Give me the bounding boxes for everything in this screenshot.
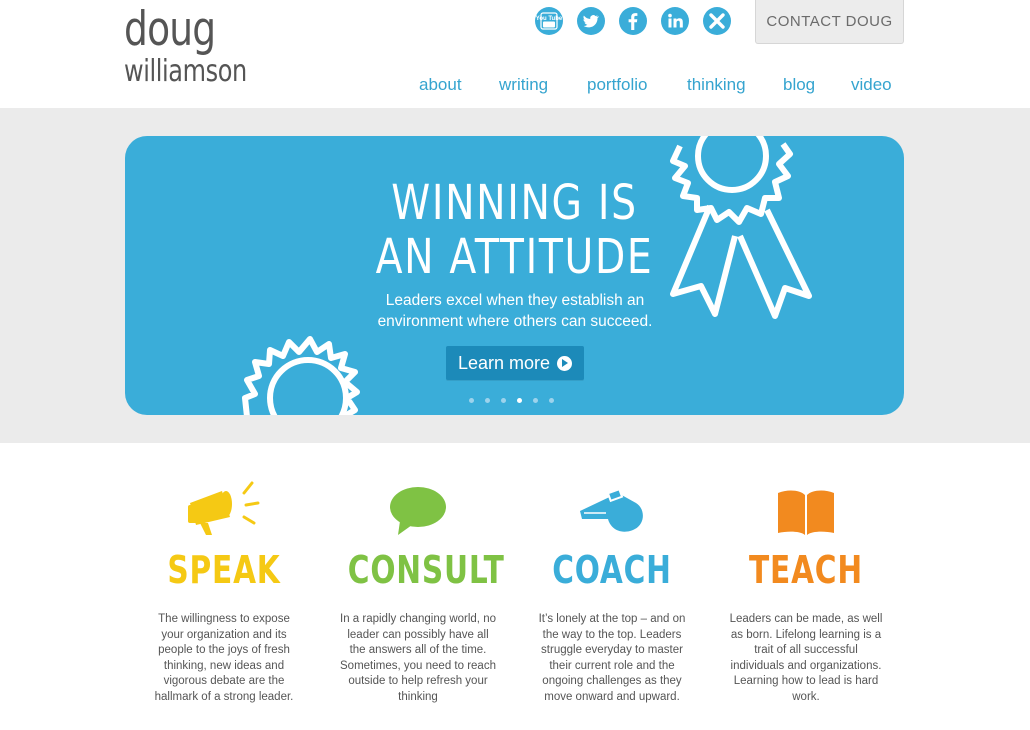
nav-video[interactable]: video [851, 75, 892, 95]
slide-dot[interactable] [533, 398, 538, 403]
main-nav: about writing portfolio thinking blog vi… [0, 75, 1030, 97]
book-icon [716, 475, 896, 540]
hero-band: WINNING IS AN ATTITUDE Leaders excel whe… [0, 108, 1030, 443]
hero-title-line1: WINNING IS [391, 175, 638, 231]
slide-pagination [469, 398, 554, 403]
nav-writing[interactable]: writing [499, 75, 548, 95]
megaphone-icon [134, 475, 314, 540]
slide-dot[interactable] [485, 398, 490, 403]
nav-thinking[interactable]: thinking [687, 75, 746, 95]
twitter-icon[interactable] [577, 7, 605, 35]
slide-dot[interactable] [501, 398, 506, 403]
service-consult: CONSULT In a rapidly changing world, no … [328, 475, 508, 705]
xing-icon[interactable] [703, 7, 731, 35]
service-teach: TEACH Leaders can be made, as well as bo… [716, 475, 896, 705]
slide-dot[interactable] [469, 398, 474, 403]
contact-button[interactable]: CONTACT DOUG [755, 0, 904, 44]
youtube-you-text: You Tube [536, 16, 563, 22]
service-title: SPEAK [167, 548, 281, 592]
service-coach: COACH It’s lonely at the top – and on th… [522, 475, 702, 705]
service-description: The willingness to expose your organizat… [154, 613, 294, 703]
hero-slide: WINNING IS AN ATTITUDE Leaders excel whe… [125, 136, 904, 415]
speech-bubble-icon [328, 475, 508, 540]
social-links: You Tube [535, 7, 731, 35]
linkedin-icon[interactable] [661, 7, 689, 35]
learn-more-button[interactable]: Learn more [446, 346, 584, 380]
service-description: In a rapidly changing world, no leader c… [340, 613, 496, 703]
hero-title-line2: AN ATTITUDE [375, 229, 654, 285]
play-arrow-icon [557, 355, 573, 371]
nav-portfolio[interactable]: portfolio [587, 75, 647, 95]
facebook-icon[interactable] [619, 7, 647, 35]
service-description: Leaders can be made, as well as born. Li… [729, 613, 883, 703]
slide-dot[interactable] [517, 398, 522, 403]
service-description: It’s lonely at the top – and on the way … [538, 613, 686, 703]
learn-more-label: Learn more [457, 352, 551, 373]
service-title: COACH [552, 548, 672, 592]
whistle-icon [522, 475, 702, 540]
nav-about[interactable]: about [419, 75, 462, 95]
logo-first-name: doug [124, 2, 216, 57]
service-title: TEACH [749, 548, 863, 592]
site-header: doug williamson You Tube CONTACT DOUG ab… [0, 0, 1030, 108]
youtube-icon[interactable]: You Tube [535, 7, 563, 35]
hero-title: WINNING IS AN ATTITUDE [125, 176, 904, 284]
hero-subtitle: Leaders excel when they establish an env… [377, 292, 653, 330]
slide-dot[interactable] [549, 398, 554, 403]
service-title: CONSULT [347, 548, 505, 592]
nav-blog[interactable]: blog [783, 75, 815, 95]
service-speak: SPEAK The willingness to expose your org… [134, 475, 314, 705]
